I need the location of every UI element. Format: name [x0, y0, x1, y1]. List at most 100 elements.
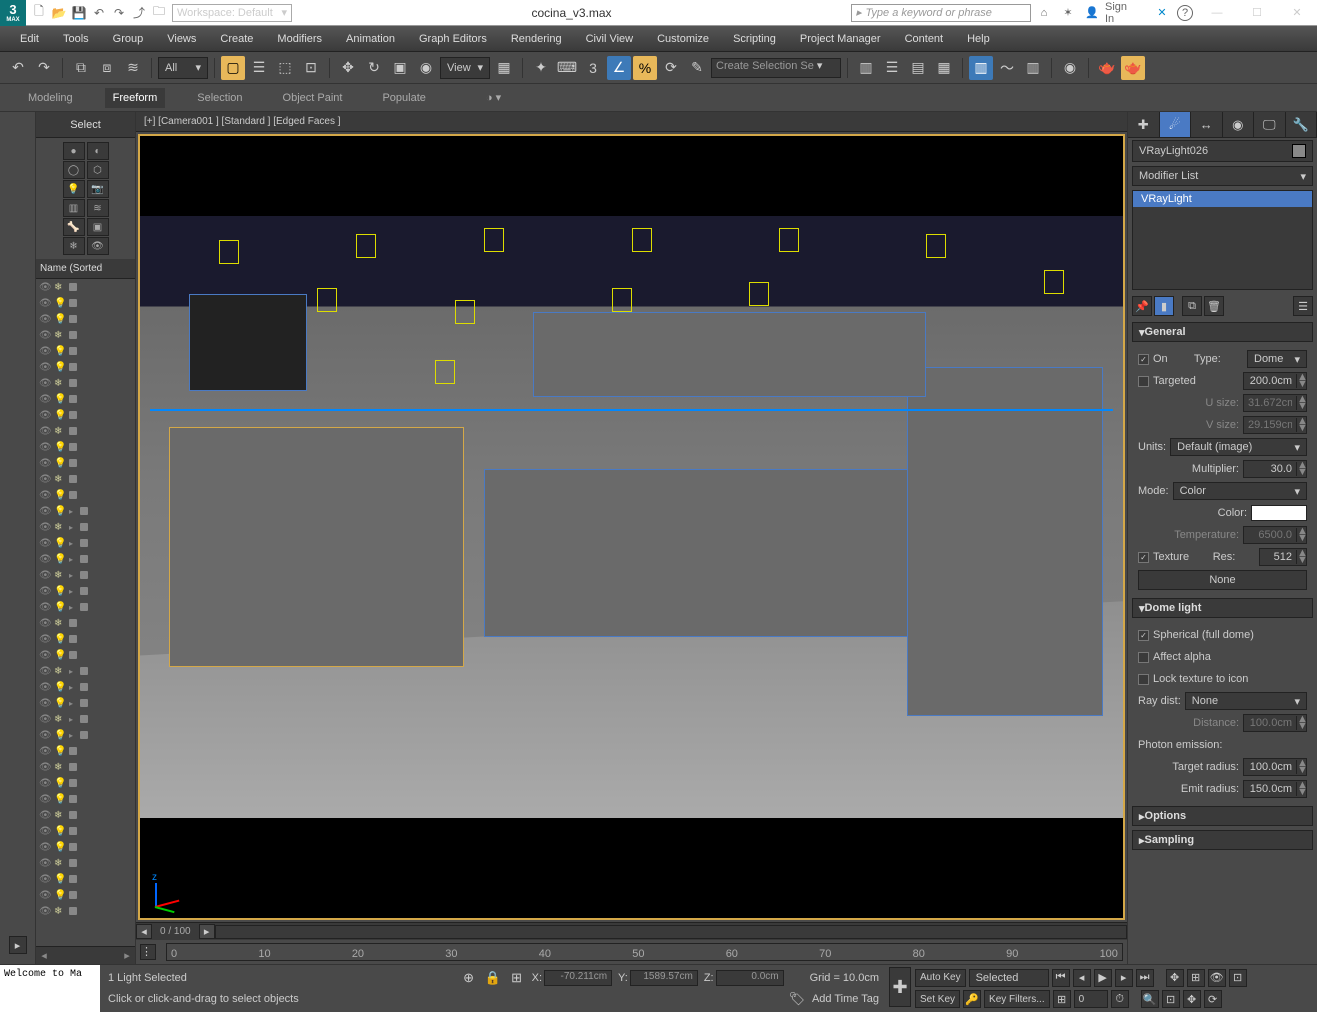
list-item[interactable]: 👁❄ [36, 279, 135, 295]
freeze-icon[interactable]: 💡 [54, 410, 66, 421]
freeze-icon[interactable]: 💡 [54, 778, 66, 789]
rotate-button[interactable]: ↻ [362, 56, 386, 80]
menu-animation[interactable]: Animation [334, 26, 407, 51]
filter-hidden-icon[interactable]: 👁 [87, 237, 109, 255]
modifier-entry[interactable]: VRayLight [1133, 191, 1312, 207]
list-item[interactable]: 👁💡 [36, 455, 135, 471]
play-icon[interactable]: ▶ [1094, 969, 1112, 987]
expand-icon[interactable]: ▸ [69, 715, 77, 724]
menu-create[interactable]: Create [208, 26, 265, 51]
make-unique-icon[interactable]: ⧉ [1182, 296, 1202, 316]
freeze-icon[interactable]: 💡 [54, 842, 66, 853]
align-button[interactable]: ☰ [880, 56, 904, 80]
autokey-button[interactable]: Auto Key [915, 969, 966, 987]
menu-grapheditors[interactable]: Graph Editors [407, 26, 499, 51]
rollout-sampling-header[interactable]: ▸ Sampling [1132, 830, 1313, 850]
edit-selset-button[interactable]: ✎ [685, 56, 709, 80]
select-name-button[interactable]: ☰ [247, 56, 271, 80]
time-settings-icon[interactable]: ⏱ [1111, 990, 1129, 1008]
list-item[interactable]: 👁💡 [36, 823, 135, 839]
material-button[interactable]: ◉ [1058, 56, 1082, 80]
render-setup-button[interactable]: 🫖 [1095, 56, 1119, 80]
texture-none-button[interactable]: None [1138, 570, 1307, 590]
expand-icon[interactable]: ▸ [69, 667, 77, 676]
menu-civilview[interactable]: Civil View [574, 26, 645, 51]
keyboard-button[interactable]: ⌨ [555, 56, 579, 80]
freeze-icon[interactable]: 💡 [54, 346, 66, 357]
visibility-icon[interactable]: 👁 [39, 314, 51, 325]
list-item[interactable]: 👁💡 [36, 791, 135, 807]
freeze-icon[interactable]: 💡 [54, 874, 66, 885]
visibility-icon[interactable]: 👁 [39, 906, 51, 917]
nav-2-icon[interactable]: ⊞ [1187, 969, 1205, 987]
minimize-button[interactable]: — [1197, 0, 1237, 26]
visibility-icon[interactable]: 👁 [39, 762, 51, 773]
freeze-icon[interactable]: ❄ [54, 618, 66, 629]
list-item[interactable]: 👁❄▸ [36, 711, 135, 727]
texture-checkbox[interactable]: ✓Texture [1138, 551, 1189, 563]
visibility-icon[interactable]: 👁 [39, 618, 51, 629]
visibility-icon[interactable]: 👁 [39, 298, 51, 309]
rollout-options-header[interactable]: ▸ Options [1132, 806, 1313, 826]
mode-dropdown[interactable]: Color▾ [1173, 482, 1307, 500]
menu-help[interactable]: Help [955, 26, 1002, 51]
freeze-icon[interactable]: 💡 [54, 698, 66, 709]
key-icon[interactable]: 🔑 [963, 990, 981, 1008]
rollout-general-header[interactable]: ▾ General [1132, 322, 1313, 342]
freeze-icon[interactable]: 💡 [54, 586, 66, 597]
list-item[interactable]: 👁💡▸ [36, 535, 135, 551]
menu-projectmanager[interactable]: Project Manager [788, 26, 893, 51]
freeze-icon[interactable]: 💡 [54, 314, 66, 325]
freeze-icon[interactable]: 💡 [54, 298, 66, 309]
freeze-icon[interactable]: 💡 [54, 682, 66, 693]
visibility-icon[interactable]: 👁 [39, 778, 51, 789]
expand-icon[interactable]: ▸ [69, 539, 77, 548]
manipulate-button[interactable]: ✦ [529, 56, 553, 80]
visibility-icon[interactable]: 👁 [39, 746, 51, 757]
expand-icon[interactable]: ▸ [69, 523, 77, 532]
freeze-icon[interactable]: ❄ [54, 858, 66, 869]
list-item[interactable]: 👁💡▸ [36, 695, 135, 711]
visibility-icon[interactable]: 👁 [39, 538, 51, 549]
on-checkbox[interactable]: ✓On [1138, 353, 1168, 365]
redo-button[interactable]: ↷ [32, 56, 56, 80]
move-button[interactable]: ✥ [336, 56, 360, 80]
scroll-left-icon[interactable]: ◂ [36, 947, 52, 964]
freeze-icon[interactable]: ❄ [54, 762, 66, 773]
visibility-icon[interactable]: 👁 [39, 362, 51, 373]
time-tag-icon[interactable]: 🏷 [788, 990, 806, 1008]
visibility-icon[interactable]: 👁 [39, 730, 51, 741]
menu-edit[interactable]: Edit [8, 26, 51, 51]
tab-utilities-icon[interactable]: 🔧 [1286, 112, 1317, 137]
prev-frame-icon[interactable]: ◂ [1073, 969, 1091, 987]
z-coord-input[interactable]: 0.0cm [716, 970, 784, 986]
percent-snap-button[interactable]: % [633, 56, 657, 80]
filter-bone-icon[interactable]: 🦴 [63, 218, 85, 236]
expand-icon[interactable]: ▸ [69, 587, 77, 596]
rect-region-button[interactable]: ⬚ [273, 56, 297, 80]
list-item[interactable]: 👁❄ [36, 759, 135, 775]
freeze-icon[interactable]: ❄ [54, 282, 66, 293]
list-item[interactable]: 👁💡 [36, 295, 135, 311]
animation-layers-button[interactable]: ✚ [889, 967, 911, 1007]
list-item[interactable]: 👁💡 [36, 487, 135, 503]
visibility-icon[interactable]: 👁 [39, 522, 51, 533]
visibility-icon[interactable]: 👁 [39, 442, 51, 453]
filter-helper-icon[interactable]: ▥ [63, 199, 85, 217]
goto-start-icon[interactable]: ⏮ [1052, 969, 1070, 987]
visibility-icon[interactable]: 👁 [39, 394, 51, 405]
freeze-icon[interactable]: ❄ [54, 522, 66, 533]
person-icon[interactable]: 👤 [1083, 4, 1101, 22]
tab-populate[interactable]: Populate [374, 88, 433, 108]
render-button[interactable]: 🫖 [1121, 56, 1145, 80]
list-item[interactable]: 👁💡 [36, 359, 135, 375]
isolate-icon[interactable]: ⊞ [508, 969, 526, 987]
icon-2[interactable]: ✶ [1059, 4, 1077, 22]
filter-icon[interactable]: ◐ [87, 142, 109, 160]
key-filters-dropdown[interactable]: Selected [969, 969, 1049, 987]
x-coord-input[interactable]: -70.211cm [544, 970, 612, 986]
freeze-icon[interactable]: ❄ [54, 330, 66, 341]
freeze-icon[interactable]: ❄ [54, 570, 66, 581]
filter-camera-icon[interactable]: 📷 [87, 180, 109, 198]
scroll-right-icon[interactable]: ▸ [119, 947, 135, 964]
